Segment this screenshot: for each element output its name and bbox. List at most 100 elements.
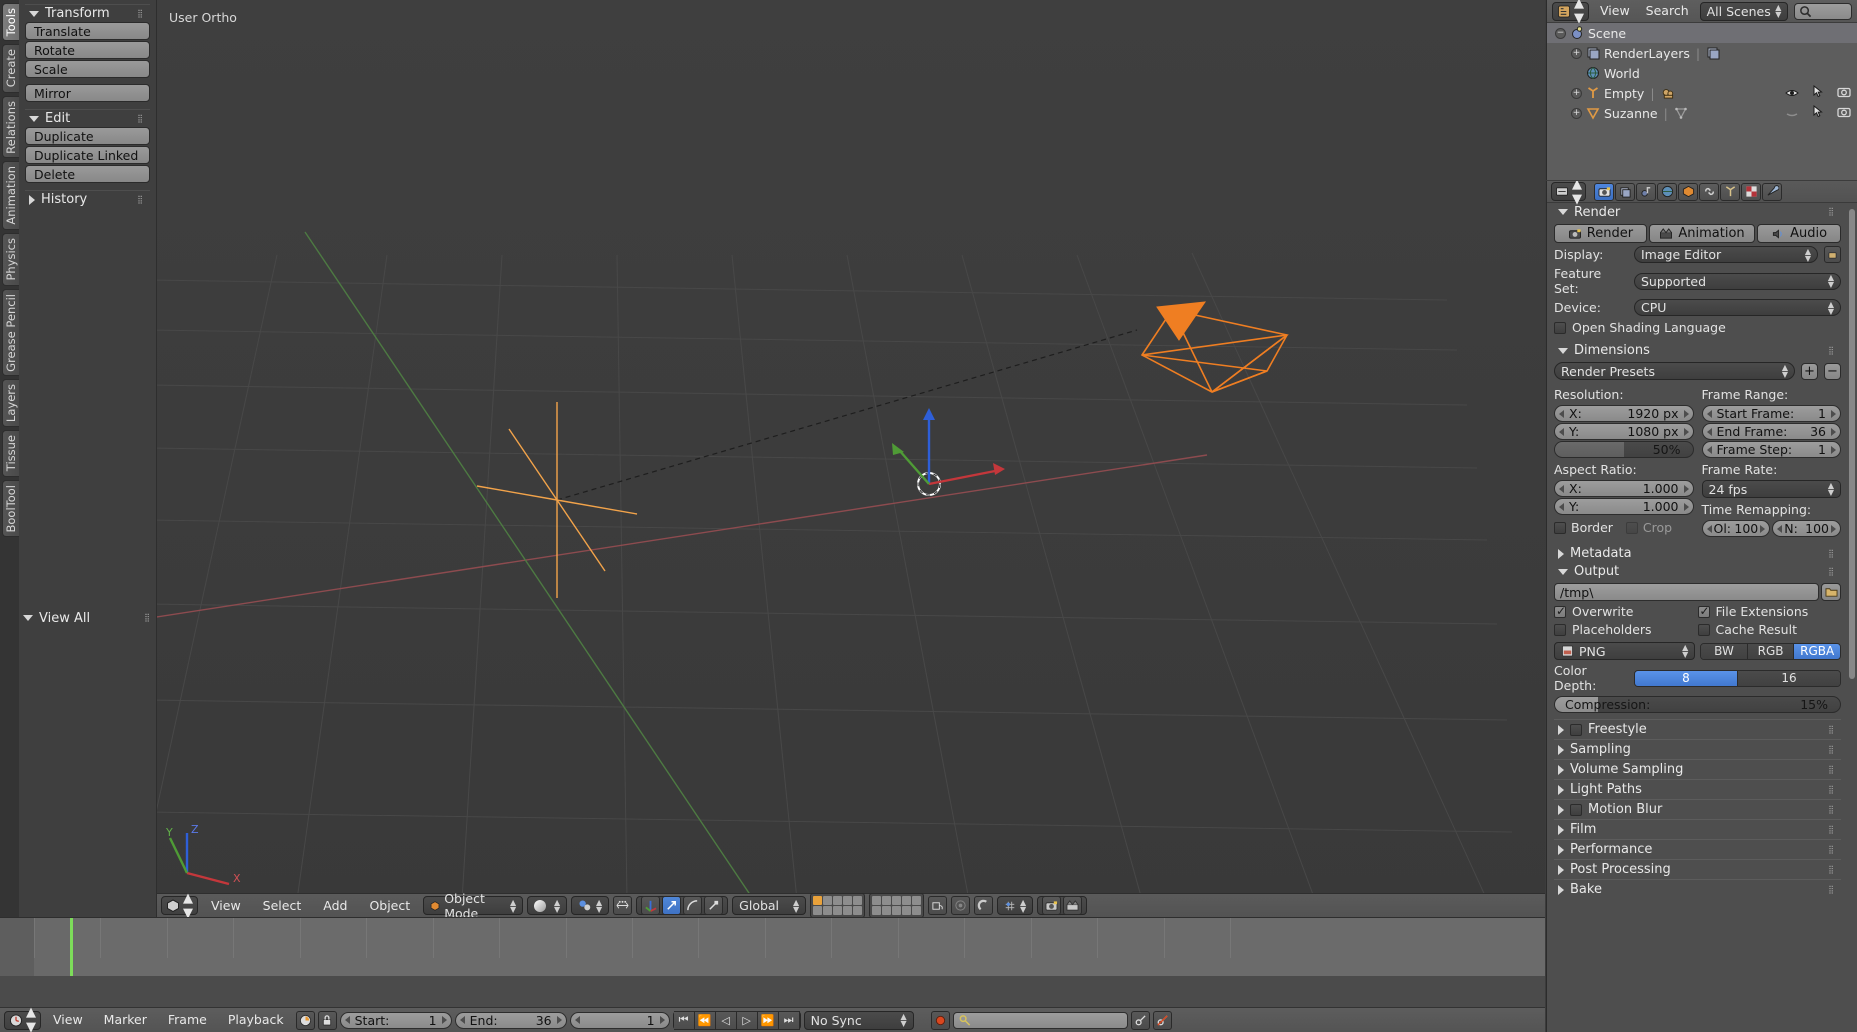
- increment-arrow-icon[interactable]: [1684, 410, 1689, 418]
- viewport-menu-view[interactable]: View: [202, 897, 250, 915]
- panel-header-light-paths[interactable]: Light Paths⣿: [1554, 779, 1841, 799]
- tool-button-duplicate[interactable]: Duplicate: [25, 127, 150, 145]
- timeline-menu-playback[interactable]: Playback: [219, 1011, 293, 1029]
- delete-keyframe-icon[interactable]: [1153, 1011, 1172, 1030]
- restrict-select-icon[interactable]: [1813, 105, 1823, 121]
- properties-object-data-tab[interactable]: [1720, 183, 1740, 201]
- increment-arrow-icon[interactable]: [1684, 428, 1689, 436]
- properties-scene-tab[interactable]: [1636, 183, 1656, 201]
- panel-header-history[interactable]: History⣿: [25, 190, 150, 208]
- aspect-x-field[interactable]: X: 1.000: [1554, 480, 1694, 497]
- decrement-arrow-icon[interactable]: [1707, 446, 1712, 454]
- restrict-render-icon[interactable]: [1837, 106, 1851, 121]
- scene-layers-bottom[interactable]: [869, 893, 924, 917]
- panel-header-sampling[interactable]: Sampling⣿: [1554, 739, 1841, 759]
- properties-body[interactable]: Render ⣿ Render Animation Audio: [1547, 203, 1848, 1032]
- increment-arrow-icon[interactable]: [1831, 446, 1836, 454]
- panel-header-volume-sampling[interactable]: Volume Sampling⣿: [1554, 759, 1841, 779]
- color-mode-bw[interactable]: BW: [1701, 644, 1748, 659]
- outliner-expand-toggle[interactable]: +: [1571, 48, 1582, 59]
- editor-type-button[interactable]: ▲▼: [161, 896, 198, 915]
- outliner-tree[interactable]: −Scene+RenderLayers|World+Empty|+Suzanne…: [1547, 23, 1857, 123]
- panel-header-dimensions[interactable]: Dimensions ⣿: [1554, 341, 1841, 359]
- properties-constraints-tab[interactable]: [1699, 183, 1719, 201]
- outliner-row-renderlayers[interactable]: +RenderLayers|: [1547, 43, 1857, 63]
- increment-arrow-icon[interactable]: [1760, 525, 1765, 533]
- cache-result-checkbox[interactable]: [1698, 624, 1710, 636]
- tool-button-translate[interactable]: Translate: [25, 22, 150, 40]
- outliner-display-mode-button[interactable]: ▲▼: [1552, 2, 1589, 21]
- timeline-editor[interactable]: 024681012141618202224262830323436 ▲▼ Vie…: [0, 917, 1545, 1032]
- outliner-row-suzanne[interactable]: +Suzanne|: [1547, 103, 1857, 123]
- device-dropdown[interactable]: CPU ▲▼: [1634, 299, 1841, 316]
- aspect-y-field[interactable]: Y: 1.000: [1554, 498, 1694, 515]
- render-animation-icon[interactable]: [1063, 896, 1082, 915]
- tool-tab-tissue[interactable]: Tissue: [2, 430, 19, 476]
- increment-arrow-icon[interactable]: [442, 1016, 447, 1024]
- lock-icon[interactable]: [318, 1011, 337, 1030]
- outliner-row-world[interactable]: World: [1547, 63, 1857, 83]
- properties-render-layers-tab[interactable]: [1615, 183, 1635, 201]
- tool-tab-create[interactable]: Create: [2, 44, 19, 92]
- panel-header-edit[interactable]: Edit⣿: [25, 109, 150, 127]
- outliner-menu-search[interactable]: Search: [1641, 2, 1694, 20]
- tool-tab-grease-pencil[interactable]: Grease Pencil: [2, 289, 19, 377]
- panel-header-output[interactable]: Output ⣿: [1554, 562, 1841, 580]
- auto-keyframe-icon[interactable]: [296, 1011, 315, 1030]
- scene-filter-dropdown[interactable]: All Scenes ▲▼: [1700, 2, 1789, 21]
- panel-header-view-all[interactable]: View All ⣿: [19, 609, 157, 627]
- restrict-render-icon[interactable]: [1837, 86, 1851, 101]
- panel-enable-checkbox[interactable]: [1570, 804, 1582, 816]
- snap-element-dropdown[interactable]: ▲▼: [997, 896, 1033, 915]
- tool-button-rotate[interactable]: Rotate: [25, 41, 150, 59]
- viewport-menu-add[interactable]: Add: [314, 897, 356, 915]
- current-frame-field[interactable]: 1: [570, 1012, 670, 1029]
- panel-header-film[interactable]: Film⣿: [1554, 819, 1841, 839]
- decrement-arrow-icon[interactable]: [1559, 503, 1564, 511]
- output-folder-button[interactable]: [1821, 583, 1841, 601]
- compression-slider[interactable]: Compression: 15%: [1554, 696, 1841, 713]
- add-preset-button[interactable]: +: [1801, 363, 1818, 380]
- outliner-expand-toggle[interactable]: +: [1571, 108, 1582, 119]
- feature-set-dropdown[interactable]: Supported ▲▼: [1634, 273, 1841, 290]
- sync-mode-dropdown[interactable]: No Sync ▲▼: [804, 1011, 914, 1030]
- outliner-row-scene[interactable]: −Scene: [1547, 23, 1857, 43]
- timeline-playhead[interactable]: [70, 918, 73, 976]
- lock-camera-icon[interactable]: [928, 896, 947, 915]
- decrement-arrow-icon[interactable]: [1559, 485, 1564, 493]
- tool-button-mirror[interactable]: Mirror: [25, 84, 150, 102]
- properties-render-tab[interactable]: [1594, 183, 1614, 201]
- interaction-mode-dropdown[interactable]: Object Mode ▲▼: [423, 896, 523, 915]
- translate-manipulator-icon[interactable]: [662, 896, 681, 915]
- rotate-manipulator-icon[interactable]: [683, 896, 702, 915]
- tool-button-delete[interactable]: Delete: [25, 165, 150, 183]
- properties-material-tab[interactable]: [1741, 183, 1761, 201]
- panel-header-metadata[interactable]: Metadata ⣿: [1554, 544, 1841, 562]
- increment-arrow-icon[interactable]: [1831, 410, 1836, 418]
- properties-world-tab[interactable]: [1657, 183, 1677, 201]
- viewport-canvas[interactable]: Z X Y: [157, 0, 1545, 917]
- decrement-arrow-icon[interactable]: [460, 1016, 465, 1024]
- transform-orientation-dropdown[interactable]: Global ▲▼: [732, 896, 806, 915]
- color-depth-16[interactable]: 16: [1738, 671, 1840, 686]
- tool-tab-relations[interactable]: Relations: [2, 96, 19, 159]
- panel-header-post-processing[interactable]: Post Processing⣿: [1554, 859, 1841, 879]
- output-path-field[interactable]: /tmp\: [1554, 583, 1819, 601]
- tool-tab-physics[interactable]: Physics: [2, 233, 19, 286]
- properties-scrollbar[interactable]: [1849, 209, 1855, 679]
- timeline-menu-marker[interactable]: Marker: [95, 1011, 156, 1029]
- panel-header-render[interactable]: Render ⣿: [1554, 203, 1841, 221]
- decrement-arrow-icon[interactable]: [1559, 410, 1564, 418]
- scale-manipulator-icon[interactable]: [704, 896, 723, 915]
- manipulator-toggle-icon[interactable]: [641, 896, 660, 915]
- display-dropdown[interactable]: Image Editor ▲▼: [1634, 246, 1818, 263]
- resolution-percent-slider[interactable]: 50%: [1554, 441, 1694, 458]
- panel-enable-checkbox[interactable]: [1570, 724, 1582, 736]
- prev-keyframe-icon[interactable]: ⏪: [695, 1011, 716, 1030]
- camera-data-icon[interactable]: [1661, 87, 1675, 99]
- panel-header-transform[interactable]: Transform⣿: [25, 4, 150, 22]
- render-image-icon[interactable]: [1042, 896, 1061, 915]
- next-keyframe-icon[interactable]: ⏩: [758, 1011, 779, 1030]
- jump-end-icon[interactable]: ⏭: [779, 1011, 800, 1030]
- increment-arrow-icon[interactable]: [1684, 485, 1689, 493]
